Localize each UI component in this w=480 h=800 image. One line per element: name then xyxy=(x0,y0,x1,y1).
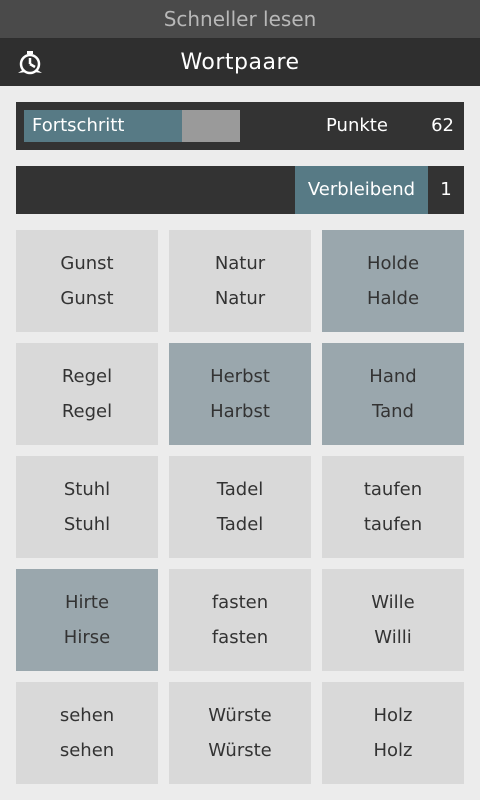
word-pair-tile[interactable]: sehen sehen xyxy=(16,682,158,784)
word-bottom: taufen xyxy=(363,514,423,535)
word-pair-tile[interactable]: Wille Willi xyxy=(322,569,464,671)
word-top: Tadel xyxy=(216,479,264,500)
word-pair-tile[interactable]: Tadel Tadel xyxy=(169,456,311,558)
word-bottom: Regel xyxy=(61,401,113,422)
word-bottom: Halde xyxy=(366,288,420,309)
word-bottom: Holz xyxy=(373,740,413,761)
word-top: Hirte xyxy=(64,592,110,613)
action-bar: Wortpaare xyxy=(0,39,480,86)
word-pair-tile[interactable]: Gunst Gunst xyxy=(16,230,158,332)
remaining-panel: Verbleibend 1 xyxy=(16,166,464,214)
word-pair-tile[interactable]: Regel Regel xyxy=(16,343,158,445)
word-pair-tile[interactable]: Stuhl Stuhl xyxy=(16,456,158,558)
word-top: taufen xyxy=(363,479,423,500)
word-pair-tile[interactable]: taufen taufen xyxy=(322,456,464,558)
word-bottom: fasten xyxy=(211,627,269,648)
progress-panel: Fortschritt Punkte 62 xyxy=(16,102,464,150)
word-bottom: Natur xyxy=(214,288,266,309)
word-top: Gunst xyxy=(60,253,114,274)
remaining-value: 1 xyxy=(440,179,452,200)
word-top: Würste xyxy=(208,705,272,726)
word-bottom: Würste xyxy=(208,740,272,761)
progress-label: Fortschritt xyxy=(32,115,125,136)
word-top: fasten xyxy=(211,592,269,613)
window-title: Schneller lesen xyxy=(0,0,480,39)
word-top: Holde xyxy=(366,253,420,274)
score-label: Punkte xyxy=(326,115,388,136)
word-top: Wille xyxy=(371,592,415,613)
word-top: Natur xyxy=(214,253,266,274)
word-pair-tile[interactable]: fasten fasten xyxy=(169,569,311,671)
word-bottom: Hirse xyxy=(63,627,111,648)
remaining-label: Verbleibend xyxy=(295,166,428,214)
word-pair-tile[interactable]: Natur Natur xyxy=(169,230,311,332)
word-bottom: Willi xyxy=(374,627,412,648)
word-top: Hand xyxy=(369,366,417,387)
score-value: 62 xyxy=(431,115,454,136)
word-bottom: Gunst xyxy=(60,288,114,309)
word-pair-tile[interactable]: Hand Tand xyxy=(322,343,464,445)
word-pair-tile[interactable]: Holz Holz xyxy=(322,682,464,784)
word-bottom: Harbst xyxy=(210,401,270,422)
word-pair-tile[interactable]: Würste Würste xyxy=(169,682,311,784)
word-bottom: Tadel xyxy=(216,514,264,535)
progress-bar: Fortschritt xyxy=(24,110,240,142)
word-top: Holz xyxy=(373,705,413,726)
word-pair-tile[interactable]: Holde Halde xyxy=(322,230,464,332)
word-bottom: Tand xyxy=(372,401,414,422)
screen-title: Wortpaare xyxy=(180,50,300,75)
word-top: Herbst xyxy=(210,366,270,387)
word-top: sehen xyxy=(59,705,115,726)
word-bottom: sehen xyxy=(59,740,115,761)
word-top: Stuhl xyxy=(63,479,111,500)
word-pair-tile[interactable]: Herbst Harbst xyxy=(169,343,311,445)
word-pair-tile[interactable]: Hirte Hirse xyxy=(16,569,158,671)
word-bottom: Stuhl xyxy=(63,514,111,535)
word-top: Regel xyxy=(61,366,113,387)
